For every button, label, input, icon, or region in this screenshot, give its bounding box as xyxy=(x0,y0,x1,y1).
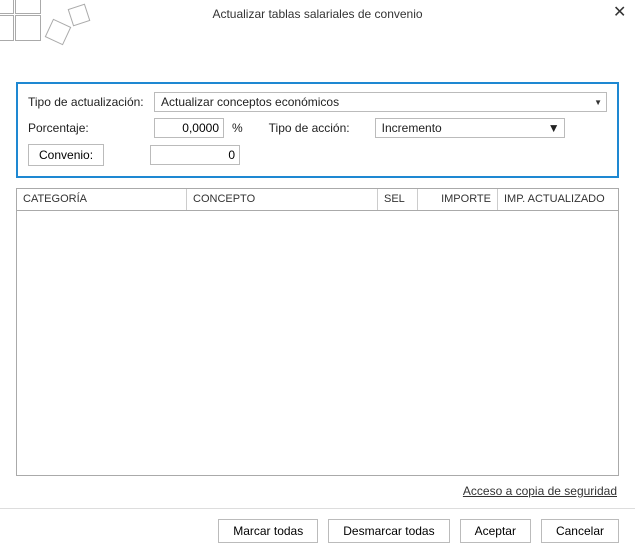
tipo-actualizacion-value: Actualizar conceptos económicos xyxy=(161,95,339,109)
desmarcar-todas-label: Desmarcar todas xyxy=(343,524,434,538)
column-categoria[interactable]: CATEGORÍA xyxy=(17,189,187,210)
cancelar-button[interactable]: Cancelar xyxy=(541,519,619,543)
convenio-button[interactable]: Convenio: xyxy=(28,144,104,166)
chevron-down-icon: ▼ xyxy=(548,121,560,135)
aceptar-button[interactable]: Aceptar xyxy=(460,519,531,543)
grid-header: CATEGORÍA CONCEPTO SEL IMPORTE IMP. ACTU… xyxy=(17,189,618,211)
close-button[interactable]: ✕ xyxy=(607,2,629,24)
convenio-input[interactable] xyxy=(150,145,240,165)
close-icon: ✕ xyxy=(613,4,626,21)
porcentaje-input[interactable] xyxy=(154,118,224,138)
backup-link[interactable]: Acceso a copia de seguridad xyxy=(463,484,617,498)
tipo-accion-label: Tipo de acción: xyxy=(269,121,369,135)
tipo-actualizacion-label: Tipo de actualización: xyxy=(28,95,148,109)
desmarcar-todas-button[interactable]: Desmarcar todas xyxy=(328,519,449,543)
aceptar-label: Aceptar xyxy=(475,524,516,538)
parameters-panel: Tipo de actualización: Actualizar concep… xyxy=(16,82,619,178)
tipo-accion-select[interactable]: Incremento ▼ xyxy=(375,118,565,138)
cancelar-label: Cancelar xyxy=(556,524,604,538)
salary-grid: CATEGORÍA CONCEPTO SEL IMPORTE IMP. ACTU… xyxy=(16,188,619,476)
porcentaje-sign: % xyxy=(232,121,243,135)
window-title: Actualizar tablas salariales de convenio xyxy=(212,7,422,21)
marcar-todas-label: Marcar todas xyxy=(233,524,303,538)
marcar-todas-button[interactable]: Marcar todas xyxy=(218,519,318,543)
grid-body[interactable] xyxy=(17,211,618,475)
chevron-down-icon: ▼ xyxy=(594,98,602,107)
column-importe[interactable]: IMPORTE xyxy=(418,189,498,210)
footer-buttons: Marcar todas Desmarcar todas Aceptar Can… xyxy=(0,509,635,543)
tipo-accion-value: Incremento xyxy=(382,121,442,135)
column-imp-actualizado[interactable]: IMP. ACTUALIZADO xyxy=(498,189,618,210)
convenio-button-label: Convenio: xyxy=(39,148,93,162)
column-concepto[interactable]: CONCEPTO xyxy=(187,189,378,210)
tipo-actualizacion-select[interactable]: Actualizar conceptos económicos ▼ xyxy=(154,92,607,112)
column-sel[interactable]: SEL xyxy=(378,189,418,210)
porcentaje-label: Porcentaje: xyxy=(28,121,148,135)
